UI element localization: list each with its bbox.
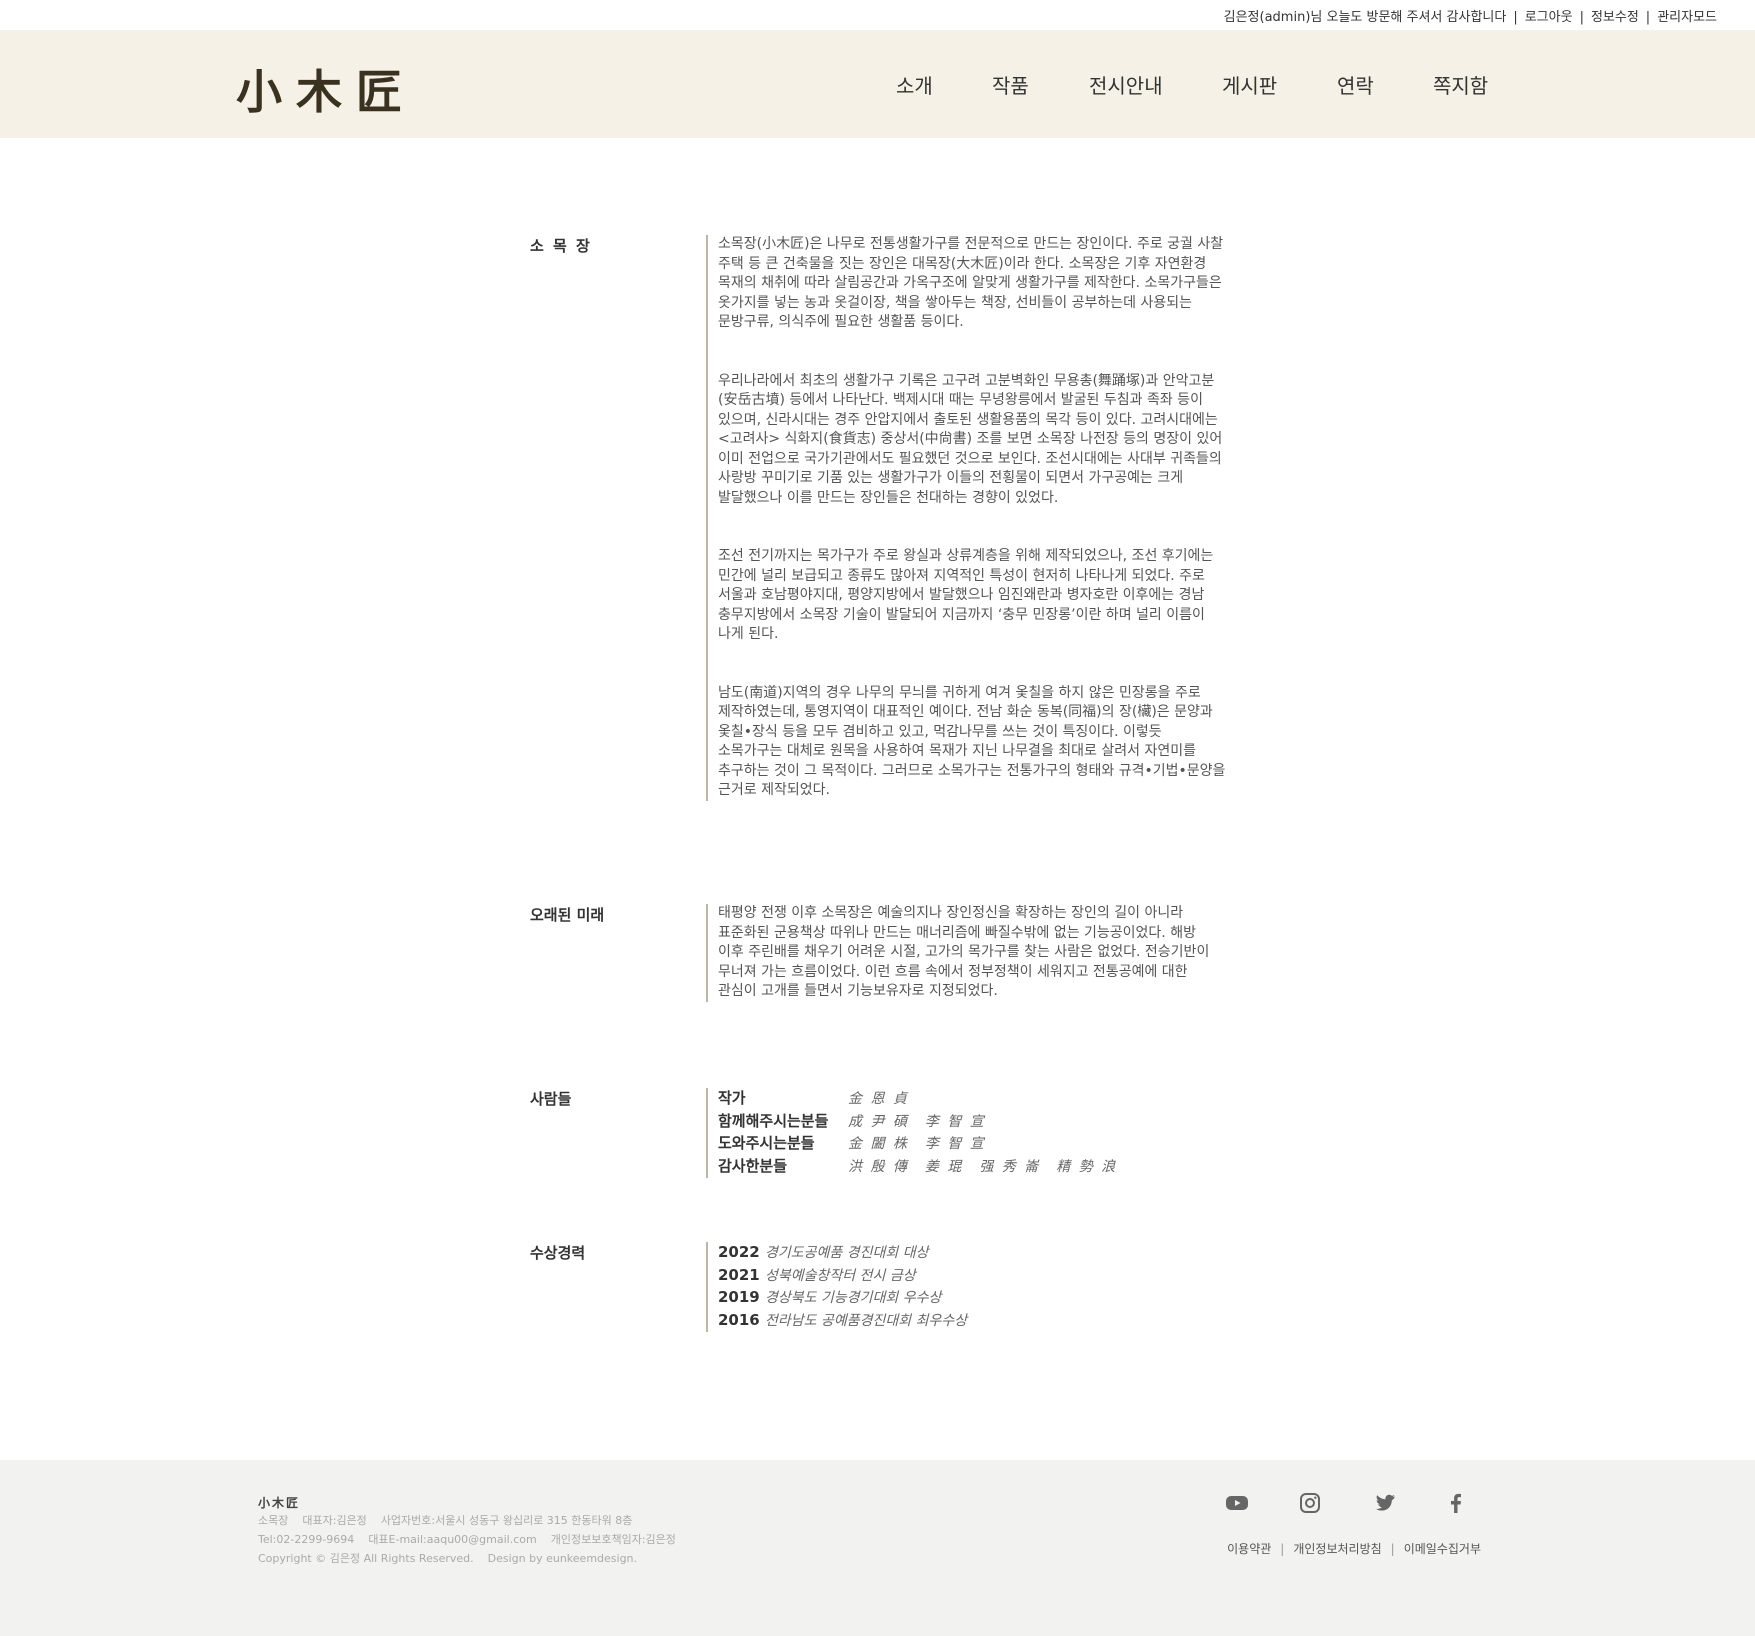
nav-item-works[interactable]: 작품 <box>992 70 1029 99</box>
admin-mode-link[interactable]: 관리자모드 <box>1657 10 1717 25</box>
twitter-icon[interactable] <box>1372 1490 1398 1516</box>
top-utility-bar: 김은정(admin)님 오늘도 방문해 주셔서 감사합니다 | 로그아웃 | 정보수정 |… <box>0 0 1755 30</box>
edit-profile-link[interactable]: 정보수정 <box>1591 10 1639 25</box>
section-title: 사람들 <box>530 1090 572 1108</box>
award-row: 2022 경기도공예품 경진대회 대상 <box>718 1242 1226 1265</box>
footer-address: 사업자번호:서울시 성동구 왕십리로 315 한동타워 8층 <box>380 1514 633 1527</box>
footer-tel: Tel:02-2299-9694 <box>258 1533 355 1546</box>
people-row: 작가 金 恩 貞 <box>718 1088 1226 1111</box>
divider: | <box>1579 10 1584 25</box>
award-row: 2021 성북예술창작터 전시 금상 <box>718 1265 1226 1288</box>
footer-copyright-line: Copyright © 김은정 All Rights Reserved. Desi… <box>258 1550 637 1566</box>
paragraph: 조선 전기까지는 목가구가 주로 왕실과 상류계층을 위해 제작되었으나, 조선… <box>718 548 1214 642</box>
footer-info-line: 소목장 대표자:김은정 사업자번호:서울시 성동구 왕십리로 315 한동타워 8층 <box>258 1512 632 1528</box>
divider: | <box>1513 10 1518 25</box>
award-name: 성북예술창작터 전시 금상 <box>765 1267 916 1284</box>
facebook-icon-glyph <box>1451 1493 1461 1513</box>
people-row: 도와주시는분들 金 闔 株 李 智 宣 <box>718 1133 1226 1156</box>
people-role: 작가 <box>718 1089 746 1107</box>
paragraph: 남도(南道)지역의 경우 나무의 무늬를 귀하게 여겨 옻칠을 하지 않은 민장… <box>718 684 1226 799</box>
people-names: 洪 殷 傳 姜 琨 强 秀 崙 精 勢 浪 <box>848 1158 1118 1175</box>
twitter-icon-glyph <box>1375 1494 1395 1511</box>
nav-item-intro[interactable]: 소개 <box>896 70 933 99</box>
people-row: 함께해주시는분들 成 尹 碩 李 智 宣 <box>718 1111 1226 1134</box>
award-name: 경기도공예품 경진대회 대상 <box>765 1245 929 1261</box>
footer-ceo: 대표자:김은정 <box>302 1514 367 1527</box>
footer-info-line: Tel:02-2299-9694 대표E-mail:aaqu00@gmail.co… <box>258 1531 676 1547</box>
award-row: 2016 전라남도 공예품경진대회 최우수상 <box>718 1310 1226 1333</box>
section-body: 태평양 전쟁 이후 소목장은 예술의지나 장인정신을 확장하는 장인의 길이 아… <box>706 904 1226 1002</box>
section-title: 소 목 장 <box>530 237 592 255</box>
people-names: 金 恩 貞 <box>848 1091 909 1107</box>
footer-company: 소목장 <box>258 1514 289 1527</box>
site-header: 小木匠 소개 작품 전시안내 게시판 연락 쪽지함 <box>0 30 1755 138</box>
nav-item-contact[interactable]: 연락 <box>1337 70 1374 99</box>
people-role: 함께해주시는분들 <box>718 1111 829 1130</box>
site-footer: 小木匠 소목장 대표자:김은정 사업자번호:서울시 성동구 왕십리로 315 한동타… <box>0 1460 1755 1636</box>
user-menu: 김은정(admin)님 오늘도 방문해 주셔서 감사합니다 | 로그아웃 | 정보수정 |… <box>1224 6 1717 25</box>
footer-logo: 小木匠 <box>258 1496 301 1510</box>
section-body: 소목장(小木匠)은 나무로 전통생활가구를 전문적으로 만드는 장인이다. 주로… <box>706 235 1226 801</box>
footer-links: 이용약관 | 개인정보처리방침 | 이메일수집거부 <box>1227 1540 1481 1557</box>
divider: | <box>1645 10 1651 25</box>
nav-item-exhibition[interactable]: 전시안내 <box>1089 70 1163 99</box>
divider: | <box>1390 1542 1395 1556</box>
award-row: 2019 경상북도 기능경기대회 우수상 <box>718 1287 1226 1310</box>
divider: | <box>1280 1542 1285 1556</box>
footer-email: 대표E-mail:aaqu00@gmail.com <box>368 1533 537 1546</box>
paragraph: 태평양 전쟁 이후 소목장은 예술의지나 장인정신을 확장하는 장인의 길이 아… <box>718 905 1210 999</box>
award-year: 2016 <box>718 1310 760 1329</box>
nav-item-board[interactable]: 게시판 <box>1222 70 1277 99</box>
award-name: 전라남도 공예품경진대회 최우수상 <box>765 1312 968 1329</box>
award-year: 2021 <box>718 1265 760 1284</box>
paragraph: 소목장(小木匠)은 나무로 전통생활가구를 전문적으로 만드는 장인이다. 주로… <box>718 236 1224 330</box>
footer-privacy-officer: 개인정보보호책임자:김은정 <box>550 1533 676 1546</box>
section-title: 오래된 미래 <box>530 906 605 924</box>
youtube-icon[interactable] <box>1224 1490 1250 1516</box>
award-year: 2022 <box>718 1243 760 1261</box>
privacy-policy-link[interactable]: 개인정보처리방침 <box>1293 1542 1381 1556</box>
awards-list: 2022 경기도공예품 경진대회 대상 2021 성북예술창작터 전시 금상 201… <box>706 1242 1226 1332</box>
award-name: 경상북도 기능경기대회 우수상 <box>765 1290 942 1306</box>
people-role: 감사한분들 <box>718 1156 788 1175</box>
instagram-icon[interactable] <box>1297 1490 1323 1516</box>
people-row: 감사한분들 洪 殷 傳 姜 琨 强 秀 崙 精 勢 浪 <box>718 1156 1226 1179</box>
people-role: 도와주시는분들 <box>718 1134 815 1152</box>
people-list: 작가 金 恩 貞 함께해주시는분들 成 尹 碩 李 智 宣 도와주시는분들 金 闔 株… <box>706 1088 1226 1178</box>
footer-copyright: Copyright © 김은정 All Rights Reserved. <box>258 1552 474 1565</box>
footer-design-credit: Design by eunkeemdesign. <box>487 1552 638 1565</box>
youtube-icon-glyph <box>1226 1496 1248 1510</box>
section-title: 수상경력 <box>530 1244 586 1262</box>
logout-link[interactable]: 로그아웃 <box>1525 10 1573 25</box>
facebook-icon[interactable] <box>1443 1490 1469 1516</box>
people-names: 金 闔 株 李 智 宣 <box>848 1136 986 1152</box>
paragraph: 우리나라에서 최초의 생활가구 기록은 고구려 고분벽화인 무용총(舞踊塚)과 … <box>718 372 1223 506</box>
terms-link[interactable]: 이용약관 <box>1227 1542 1271 1556</box>
people-names: 成 尹 碩 李 智 宣 <box>848 1113 986 1130</box>
award-year: 2019 <box>718 1288 760 1306</box>
greeting-text: 김은정(admin)님 오늘도 방문해 주셔서 감사합니다 <box>1223 10 1507 25</box>
nav-item-messages[interactable]: 쪽지함 <box>1433 70 1488 99</box>
instagram-icon-glyph <box>1300 1493 1320 1513</box>
email-refusal-link[interactable]: 이메일수집거부 <box>1404 1542 1481 1556</box>
main-nav: 소개 작품 전시안내 게시판 연락 쪽지함 <box>0 70 1755 100</box>
